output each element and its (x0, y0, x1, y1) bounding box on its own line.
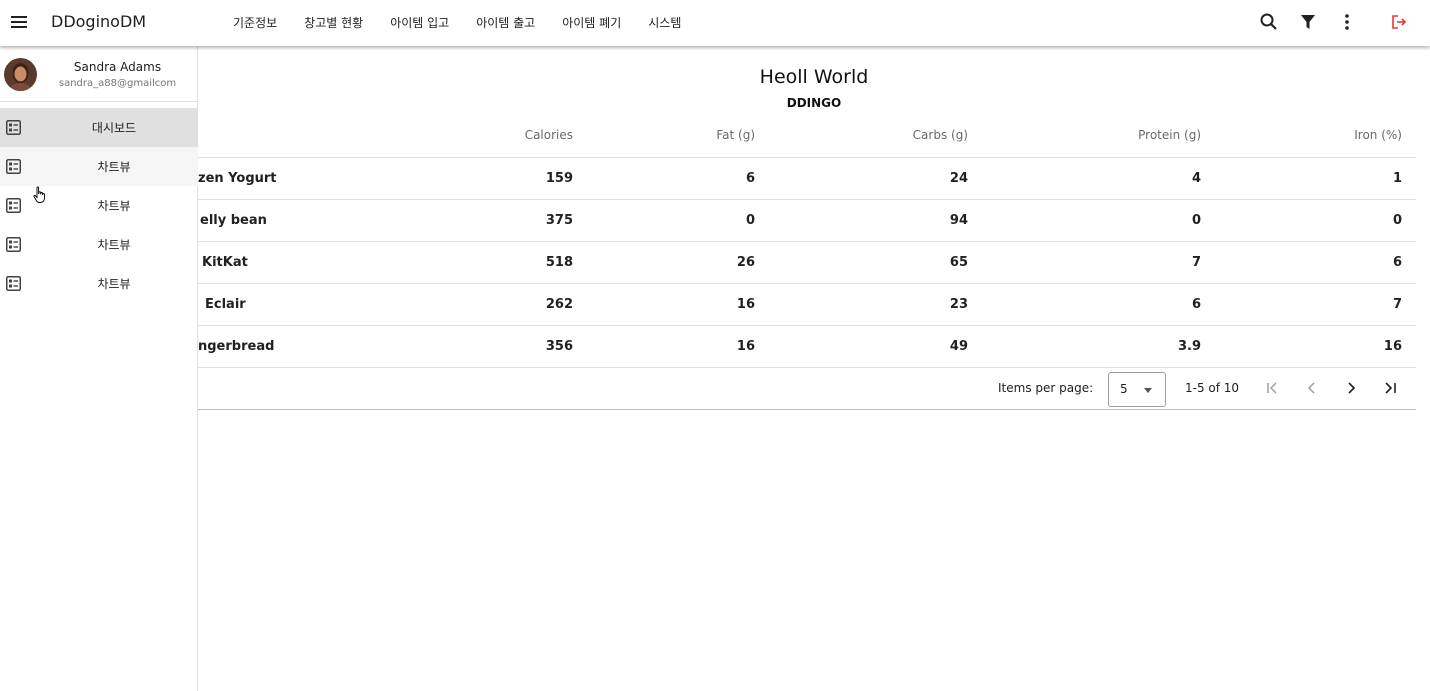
drawer-item-chart-view[interactable]: 차트뷰 (0, 186, 198, 225)
last-page-icon[interactable] (1379, 377, 1401, 399)
cell-iron: 7 (1392, 297, 1402, 312)
logout-icon[interactable] (1389, 12, 1409, 32)
cell-carbs: 23 (949, 297, 968, 312)
cell-carbs: 65 (949, 255, 968, 270)
avatar[interactable] (4, 58, 37, 91)
cell-name: elly bean (200, 213, 267, 228)
table-row[interactable]: elly bean 375 0 94 0 0 (198, 200, 1416, 242)
cell-protein: 4 (1191, 171, 1201, 186)
cell-name: Eclair (205, 297, 246, 312)
cell-calories: 159 (545, 171, 573, 186)
drawer-item-chart-view[interactable]: 차트뷰 (0, 225, 198, 264)
app-title: DDoginoDM (51, 12, 147, 31)
cell-name: ngerbread (198, 339, 275, 354)
cell-fat: 26 (736, 255, 755, 270)
cell-name: KitKat (202, 255, 248, 270)
next-page-icon[interactable] (1340, 377, 1362, 399)
cell-calories: 262 (545, 297, 573, 312)
cell-iron: 16 (1383, 339, 1402, 354)
table-row[interactable]: zen Yogurt 159 6 24 4 1 (198, 158, 1416, 200)
cell-iron: 6 (1392, 255, 1402, 270)
user-profile: Sandra Adams sandra_a88@gmailcom (0, 46, 198, 102)
table-row[interactable]: ngerbread 356 16 49 3.9 16 (198, 326, 1416, 368)
page-title: Heoll World (759, 66, 869, 88)
filter-icon[interactable] (1298, 12, 1318, 32)
top-app-bar: DDoginoDM 기준정보 창고별 현황 아이템 입고 아이템 출고 아이템 … (0, 0, 1430, 46)
cell-protein: 6 (1191, 297, 1201, 312)
drawer-item-chart-view[interactable]: 차트뷰 (0, 264, 198, 303)
user-email: sandra_a88@gmailcom (58, 78, 177, 89)
page-subtitle: DDINGO (786, 96, 842, 110)
nav-item-warehouse-status[interactable]: 창고별 현황 (304, 14, 363, 31)
nav-item-basic-info[interactable]: 기준정보 (233, 14, 277, 31)
drawer-item-label: 차트뷰 (97, 238, 131, 252)
cell-iron: 0 (1392, 213, 1402, 228)
drawer-item-label: 차트뷰 (97, 277, 131, 291)
cell-calories: 356 (545, 339, 573, 354)
main-content: Heoll World DDINGO Calories Fat (g) Carb… (198, 46, 1430, 691)
table-header-row: Calories Fat (g) Carbs (g) Protein (g) I… (198, 114, 1416, 158)
table-row[interactable]: KitKat 518 26 65 7 6 (198, 242, 1416, 284)
dashboard-list-icon (6, 276, 21, 291)
first-page-icon[interactable] (1262, 377, 1284, 399)
search-icon[interactable] (1259, 12, 1279, 32)
dashboard-list-icon (6, 198, 21, 213)
cell-fat: 16 (736, 339, 755, 354)
items-per-page-value: 5 (1120, 382, 1128, 396)
dashboard-list-icon (6, 120, 21, 135)
nav-item-item-outbound[interactable]: 아이템 출고 (476, 14, 535, 31)
previous-page-icon[interactable] (1301, 377, 1323, 399)
header-fat[interactable]: Fat (g) (716, 128, 755, 142)
table-row[interactable]: Eclair 262 16 23 6 7 (198, 284, 1416, 326)
top-nav: 기준정보 창고별 현황 아이템 입고 아이템 출고 아이템 폐기 시스템 (233, 14, 708, 31)
dashboard-list-icon (6, 159, 21, 174)
hand-pointer-cursor-icon (33, 186, 47, 204)
nav-item-item-inbound[interactable]: 아이템 입고 (390, 14, 449, 31)
cell-name: zen Yogurt (198, 171, 277, 186)
cell-calories: 375 (545, 213, 573, 228)
header-calories[interactable]: Calories (525, 128, 573, 142)
cell-protein: 0 (1191, 213, 1201, 228)
data-table: Calories Fat (g) Carbs (g) Protein (g) I… (198, 114, 1416, 410)
drawer-item-dashboard[interactable]: 대시보드 (0, 108, 198, 147)
drawer-item-chart-view[interactable]: 차트뷰 (0, 147, 198, 186)
cell-protein: 7 (1191, 255, 1201, 270)
nav-item-item-disposal[interactable]: 아이템 폐기 (562, 14, 621, 31)
cell-protein: 3.9 (1177, 339, 1201, 354)
items-per-page-label: Items per page: (998, 381, 1094, 395)
more-vert-icon[interactable] (1337, 12, 1357, 32)
drawer-item-label: 차트뷰 (97, 199, 131, 213)
cell-calories: 518 (545, 255, 573, 270)
menu-icon[interactable] (8, 11, 30, 33)
cell-carbs: 94 (949, 213, 968, 228)
dropdown-arrow-icon (1144, 388, 1152, 393)
drawer-item-label: 차트뷰 (97, 160, 131, 174)
page-range-label: 1-5 of 10 (1185, 381, 1240, 395)
cell-fat: 16 (736, 297, 755, 312)
table-paginator: Items per page: 5 1-5 of 10 (198, 368, 1416, 410)
user-name: Sandra Adams (73, 60, 162, 74)
header-iron[interactable]: Iron (%) (1354, 128, 1402, 142)
drawer-item-label: 대시보드 (91, 121, 137, 135)
items-per-page-select[interactable]: 5 (1108, 372, 1166, 407)
cell-carbs: 49 (949, 339, 968, 354)
nav-item-system[interactable]: 시스템 (648, 14, 681, 31)
dashboard-list-icon (6, 237, 21, 252)
cell-iron: 1 (1392, 171, 1402, 186)
cell-carbs: 24 (949, 171, 968, 186)
navigation-drawer: Sandra Adams sandra_a88@gmailcom 대시보드 차트… (0, 46, 198, 691)
header-carbs[interactable]: Carbs (g) (913, 128, 968, 142)
cell-fat: 6 (745, 171, 755, 186)
cell-fat: 0 (745, 213, 755, 228)
header-protein[interactable]: Protein (g) (1138, 128, 1201, 142)
